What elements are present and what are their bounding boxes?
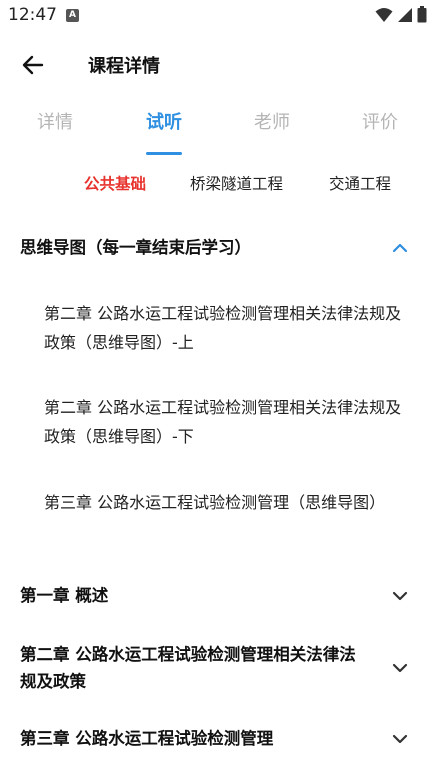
section-header-mind-map[interactable]: 思维导图（每一章结束后学习） bbox=[0, 234, 435, 264]
section-header-chapter-2[interactable]: 第二章 公路水运工程试验检测管理相关法律法规及政策 bbox=[0, 641, 435, 697]
back-button[interactable] bbox=[18, 50, 48, 80]
section-header-chapter-3[interactable]: 第三章 公路水运工程试验检测管理 bbox=[0, 725, 435, 755]
section-title: 思维导图（每一章结束后学习） bbox=[20, 238, 251, 257]
active-tab-indicator bbox=[146, 152, 182, 155]
tab-teacher[interactable]: 老师 bbox=[254, 108, 290, 134]
category-tabs: 公共基础 桥梁隧道工程 交通工程 bbox=[0, 172, 435, 198]
section-title: 第三章 公路水运工程试验检测管理 bbox=[20, 729, 274, 748]
status-bar: 12:47 A bbox=[0, 0, 435, 30]
lesson-item[interactable]: 第二章 公路水运工程试验检测管理相关法律法规及政策（思维导图）-下 bbox=[44, 393, 404, 451]
lesson-item[interactable]: 第二章 公路水运工程试验检测管理相关法律法规及政策（思维导图）-上 bbox=[44, 299, 404, 357]
chevron-up-icon bbox=[392, 243, 408, 253]
status-time: 12:47 bbox=[8, 5, 57, 25]
chevron-down-icon bbox=[392, 734, 408, 744]
lesson-item[interactable]: 第三章 公路水运工程试验检测管理（思维导图） bbox=[44, 488, 404, 517]
chevron-down-icon bbox=[392, 591, 408, 601]
signal-icon bbox=[398, 7, 412, 22]
arrow-left-icon bbox=[22, 55, 44, 75]
status-icons bbox=[375, 6, 427, 23]
tab-reviews[interactable]: 评价 bbox=[362, 108, 398, 134]
section-title: 第一章 概述 bbox=[20, 586, 109, 605]
tab-trial[interactable]: 试听 bbox=[146, 108, 182, 134]
chevron-down-icon bbox=[392, 663, 408, 673]
battery-icon bbox=[417, 6, 427, 23]
section-header-chapter-1[interactable]: 第一章 概述 bbox=[0, 582, 435, 612]
notification-app-icon: A bbox=[66, 9, 79, 22]
subtab-traffic-engineering[interactable]: 交通工程 bbox=[329, 172, 391, 194]
app-bar: 课程详情 bbox=[0, 38, 435, 90]
subtab-public-basics[interactable]: 公共基础 bbox=[84, 172, 146, 194]
wifi-icon bbox=[375, 7, 393, 22]
section-title: 第二章 公路水运工程试验检测管理相关法律法规及政策 bbox=[20, 645, 356, 691]
main-tabs: 详情 试听 老师 评价 bbox=[0, 108, 435, 156]
tab-details[interactable]: 详情 bbox=[37, 108, 73, 134]
subtab-bridge-tunnel[interactable]: 桥梁隧道工程 bbox=[190, 172, 283, 194]
page-title: 课程详情 bbox=[88, 56, 160, 77]
